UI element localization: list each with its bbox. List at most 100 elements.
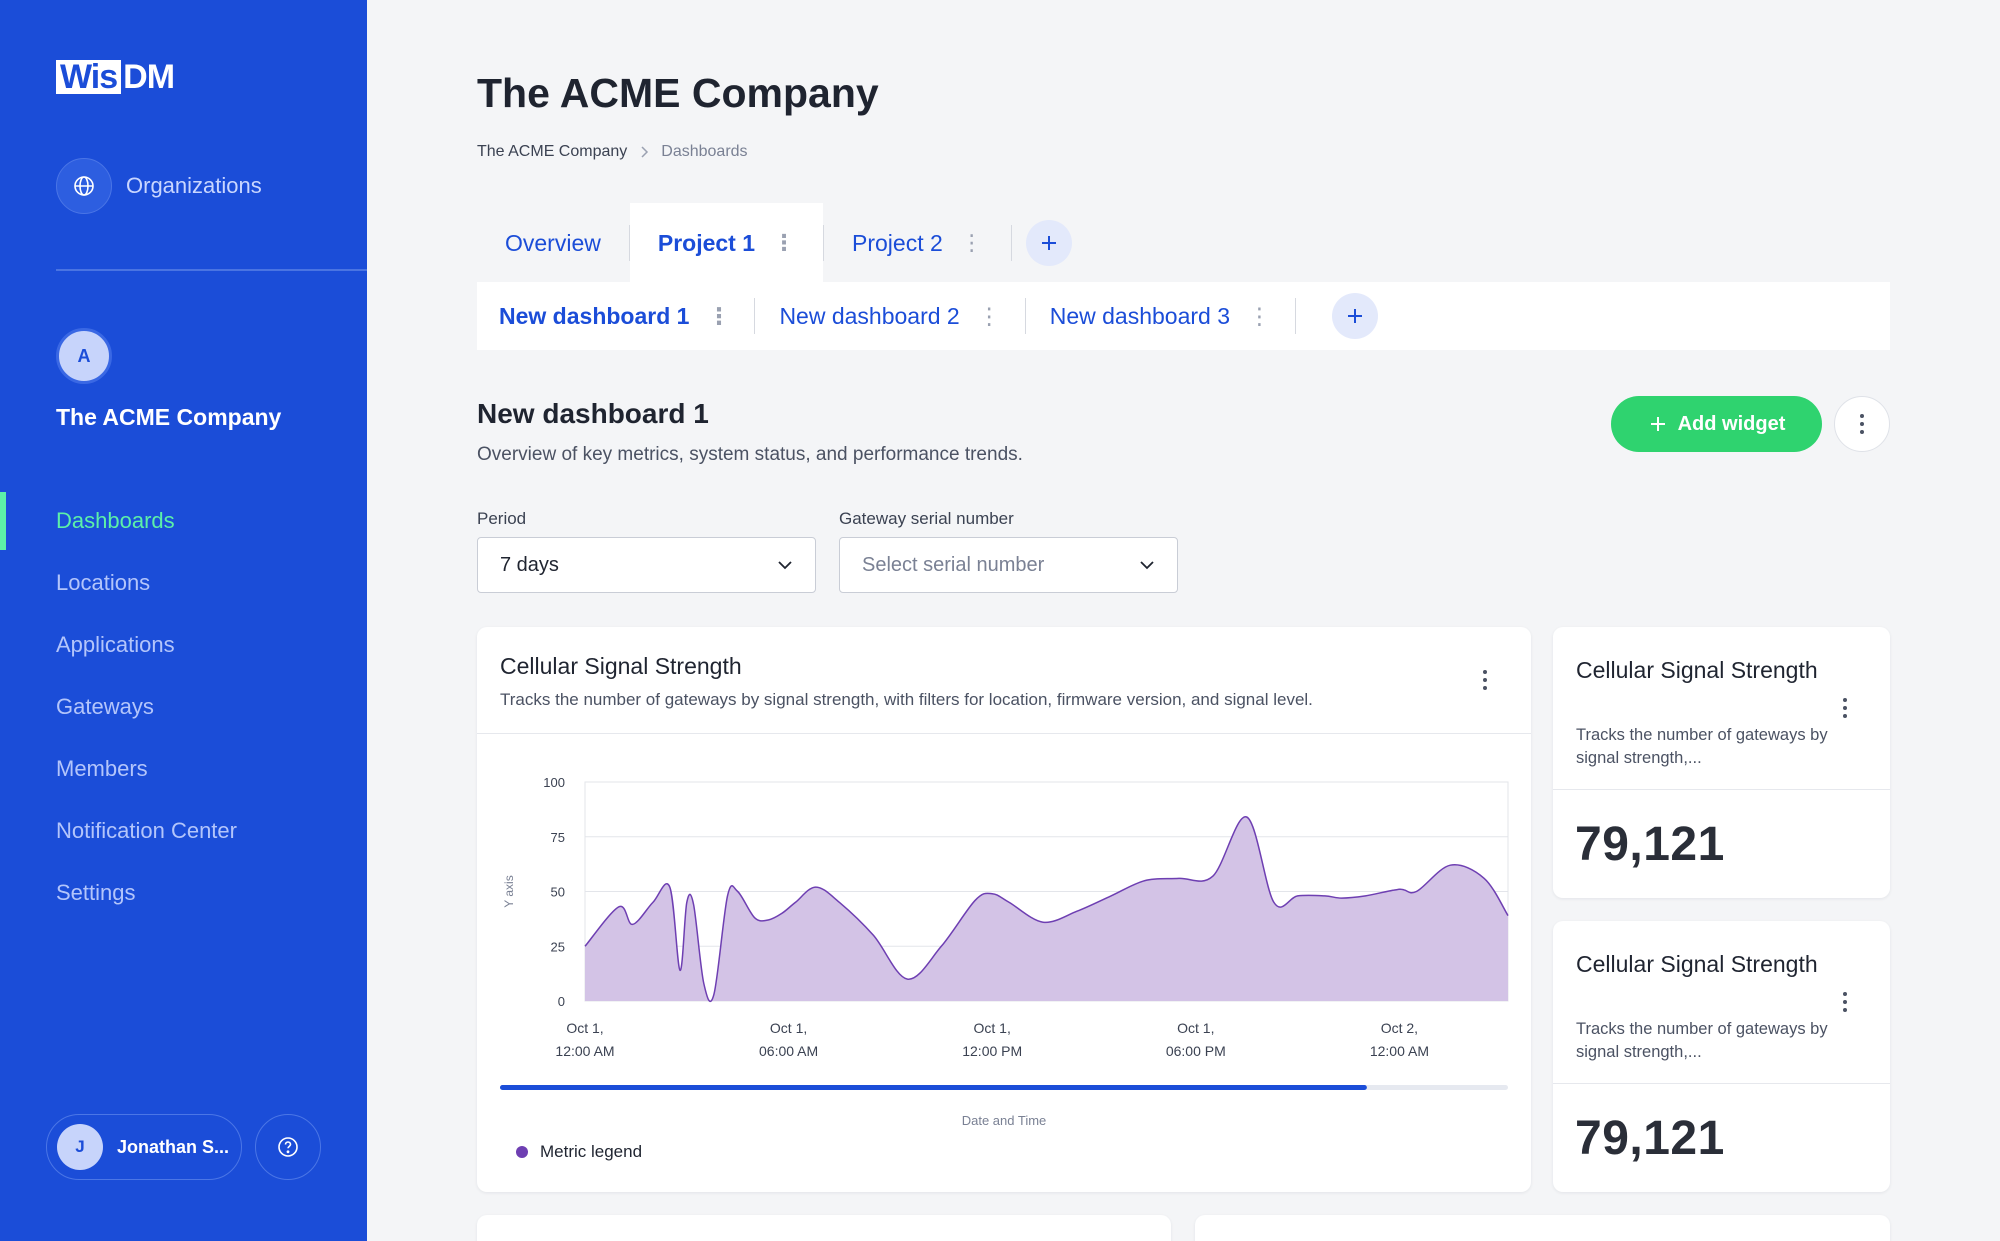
- stat-widget-card: Cellular Signal Strength Tracks the numb…: [1553, 921, 1890, 1192]
- sidebar-nav: Dashboards Locations Applications Gatewa…: [0, 490, 367, 924]
- subtab-label: New dashboard 3: [1049, 302, 1231, 329]
- subtab-new-dashboard-3[interactable]: New dashboard 3 ⋮: [1050, 303, 1295, 330]
- chevron-right-icon: [641, 146, 649, 158]
- card-divider: [1553, 789, 1890, 790]
- y-tick-label: 50: [551, 885, 565, 900]
- question-icon: [278, 1137, 298, 1157]
- tab-project-1[interactable]: Project 1 ⋮: [629, 203, 824, 283]
- vertical-dots-icon: [1850, 409, 1874, 439]
- gateway-serial-placeholder: Select serial number: [862, 553, 1045, 576]
- tab-separator: [1295, 298, 1297, 334]
- subtab-label: New dashboard 2: [779, 302, 960, 329]
- x-tick-label: Oct 2,: [1381, 1020, 1418, 1036]
- sidebar-divider: [56, 269, 367, 271]
- sidebar-item-dashboards[interactable]: Dashboards: [0, 490, 367, 552]
- stat-widget-value: 79,121: [1575, 818, 1725, 871]
- x-tick-label: Oct 1,: [974, 1020, 1011, 1036]
- sidebar-item-settings[interactable]: Settings: [0, 862, 367, 924]
- chart-widget-menu-button[interactable]: [1473, 665, 1497, 695]
- card-divider: [477, 733, 1531, 734]
- vertical-dots-icon[interactable]: ⋮: [978, 303, 1001, 330]
- sidebar-item-gateways[interactable]: Gateways: [0, 676, 367, 738]
- chart-widget-description: Tracks the number of gateways by signal …: [500, 690, 1313, 709]
- chart-scrollbar-thumb: [500, 1085, 1367, 1090]
- series-area: [585, 816, 1508, 1002]
- chart-widget-title: Cellular Signal Strength: [500, 653, 742, 679]
- breadcrumb-item-company[interactable]: The ACME Company: [477, 143, 627, 161]
- tab-overview[interactable]: Overview: [477, 203, 629, 283]
- x-tick-label: Oct 1,: [770, 1020, 807, 1036]
- legend-swatch: [516, 1146, 528, 1158]
- stat-widget-description: Tracks the number of gateways by signal …: [1576, 1020, 1828, 1061]
- organizations-link[interactable]: Organizations: [56, 158, 262, 214]
- subtab-new-dashboard-1[interactable]: New dashboard 1 ⋮: [499, 303, 754, 330]
- logo-rest-text: DM: [123, 58, 175, 96]
- add-project-button[interactable]: [1025, 220, 1072, 266]
- tab-separator: [1024, 298, 1026, 334]
- tab-project-2[interactable]: Project 2 ⋮: [824, 203, 1011, 283]
- x-tick-label: 12:00 PM: [962, 1043, 1022, 1059]
- stat-widget-description: Tracks the number of gateways by signal …: [1576, 726, 1828, 767]
- stat-widget-value: 79,121: [1575, 1112, 1725, 1165]
- add-widget-button[interactable]: Add widget: [1611, 396, 1822, 452]
- period-select[interactable]: 7 days: [477, 537, 816, 593]
- plus-icon: [1348, 309, 1363, 323]
- tab-label: Project 1: [657, 229, 756, 256]
- project-tabs: Overview Project 1 ⋮ Project 2 ⋮: [477, 203, 1072, 283]
- user-menu-button[interactable]: J Jonathan S...: [46, 1114, 242, 1180]
- sidebar: Wis DM Organizations A The ACME Company …: [0, 0, 367, 1241]
- tab-label: Overview: [505, 229, 601, 256]
- dashboard-more-button[interactable]: [1834, 396, 1890, 452]
- y-tick-label: 0: [558, 994, 565, 1009]
- globe-icon: [56, 158, 112, 214]
- period-value: 7 days: [500, 553, 559, 576]
- legend-label: Metric legend: [540, 1142, 643, 1161]
- y-tick-label: 100: [543, 775, 565, 790]
- stat-widget-menu-button[interactable]: [1833, 987, 1857, 1017]
- sidebar-item-locations[interactable]: Locations: [0, 552, 367, 614]
- x-axis-label: Date and Time: [962, 1113, 1047, 1128]
- tab-separator: [1010, 225, 1012, 261]
- chart-legend: Metric legend: [516, 1142, 642, 1162]
- add-widget-label: Add widget: [1677, 412, 1786, 435]
- subtab-label: New dashboard 1: [499, 302, 690, 329]
- add-dashboard-button[interactable]: [1332, 293, 1379, 339]
- help-button[interactable]: [255, 1114, 321, 1180]
- tab-separator: [754, 298, 756, 334]
- chevron-down-icon: [1140, 561, 1154, 570]
- breadcrumb-item-dashboards: Dashboards: [661, 143, 748, 160]
- plus-icon: [1041, 236, 1056, 250]
- company-avatar: A: [56, 328, 112, 384]
- x-tick-label: Oct 1,: [566, 1020, 603, 1036]
- stat-widget-title: Cellular Signal Strength: [1576, 951, 1818, 977]
- area-chart: 0 25 50 75 100 Y axis Oct 1, 12:00 AM Oct 1, 06:0…: [500, 775, 1509, 1128]
- period-label: Period: [477, 509, 527, 528]
- wisdm-logo[interactable]: Wis DM: [56, 58, 175, 96]
- gateway-serial-label: Gateway serial number: [839, 509, 1014, 528]
- sidebar-item-notification-center[interactable]: Notification Center: [0, 800, 367, 862]
- widget-card-partial: [477, 1215, 1171, 1241]
- stat-widget-menu-button[interactable]: [1833, 693, 1857, 723]
- sidebar-item-members[interactable]: Members: [0, 738, 367, 800]
- vertical-dots-icon[interactable]: ⋮: [707, 303, 730, 330]
- x-tick-label: 06:00 PM: [1166, 1043, 1226, 1059]
- y-tick-label: 25: [551, 939, 565, 954]
- y-axis-label: Y axis: [502, 875, 516, 907]
- page-title: The ACME Company: [477, 70, 879, 116]
- breadcrumb: The ACME Company Dashboards: [477, 143, 748, 161]
- vertical-dots-icon[interactable]: ⋮: [773, 230, 795, 256]
- user-name: Jonathan S...: [117, 1136, 230, 1157]
- vertical-dots-icon[interactable]: ⋮: [1248, 303, 1271, 330]
- sidebar-item-applications[interactable]: Applications: [0, 614, 367, 676]
- user-avatar: J: [57, 1124, 103, 1170]
- tab-label: Project 2: [852, 229, 943, 256]
- x-tick-label: 12:00 AM: [555, 1043, 614, 1059]
- x-tick-label: 06:00 AM: [759, 1043, 818, 1059]
- dashboard-tabs: New dashboard 1 ⋮ New dashboard 2 ⋮ New …: [477, 282, 1890, 350]
- stat-widget-title: Cellular Signal Strength: [1576, 657, 1818, 683]
- gateway-serial-select[interactable]: Select serial number: [839, 537, 1178, 593]
- vertical-dots-icon[interactable]: ⋮: [961, 230, 983, 256]
- plus-icon: [1650, 417, 1665, 431]
- logo-box-text: Wis: [56, 60, 122, 94]
- subtab-new-dashboard-2[interactable]: New dashboard 2 ⋮: [779, 303, 1024, 330]
